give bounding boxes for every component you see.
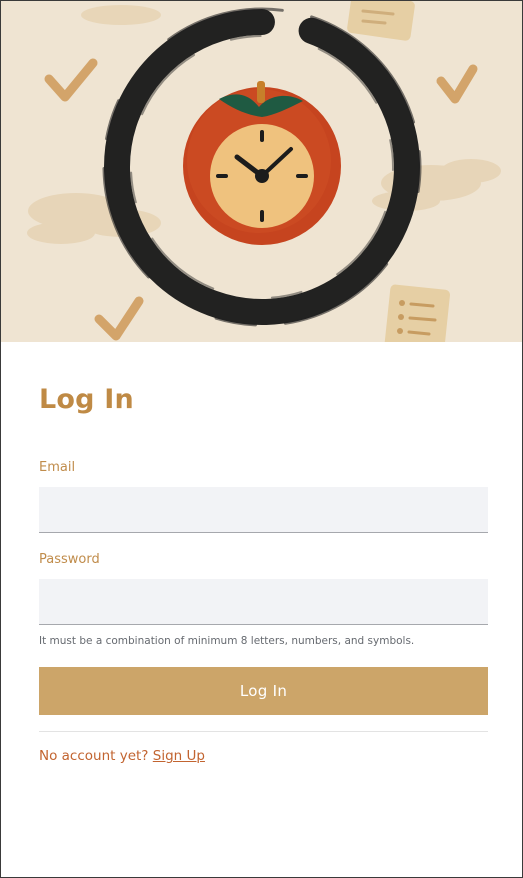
signup-prompt: No account yet? Sign Up bbox=[39, 748, 205, 764]
checklist-card-icon bbox=[384, 284, 450, 342]
email-field[interactable] bbox=[39, 487, 488, 533]
login-screen: Log In Email Password It must be a combi… bbox=[0, 0, 523, 878]
divider bbox=[39, 731, 488, 732]
page-title: Log In bbox=[39, 384, 134, 415]
signup-link[interactable]: Sign Up bbox=[153, 748, 205, 764]
no-account-text: No account yet? bbox=[39, 748, 149, 764]
password-label: Password bbox=[39, 552, 100, 567]
password-field[interactable] bbox=[39, 579, 488, 625]
email-label: Email bbox=[39, 460, 76, 475]
password-hint: It must be a combination of minimum 8 le… bbox=[39, 635, 415, 647]
hero-illustration bbox=[1, 1, 522, 342]
login-button[interactable]: Log In bbox=[39, 667, 488, 715]
hero-illustration-art bbox=[1, 1, 522, 342]
